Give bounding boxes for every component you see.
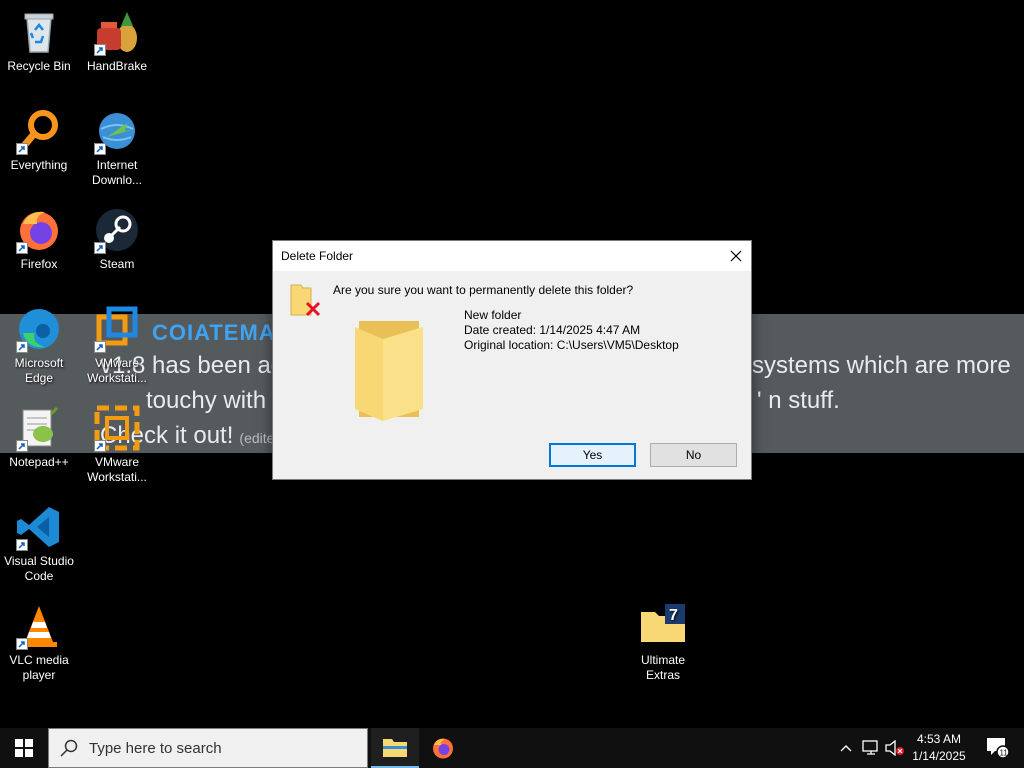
desktop-icon-notepad-plus-plus[interactable]: Notepad++: [0, 404, 78, 470]
desktop-icon-label: Internet Downlo...: [91, 158, 143, 187]
vmware-icon: [93, 305, 141, 353]
network-icon: [862, 740, 878, 755]
desktop-icon-label: VMware Workstati...: [87, 356, 147, 385]
taskbar-firefox[interactable]: [419, 728, 467, 768]
shortcut-arrow-icon: [94, 341, 106, 353]
svg-text:7: 7: [669, 607, 678, 624]
delete-folder-dialog: Delete Folder Are you sure you want to p…: [272, 240, 752, 480]
recycle-bin-icon: [15, 8, 63, 56]
taskbar-search-box[interactable]: Type here to search: [48, 728, 368, 768]
desktop-icon-ultimate-extras[interactable]: 7 Ultimate Extras: [624, 602, 702, 683]
desktop-icon-label: Visual Studio Code: [4, 554, 74, 583]
clock-date: 1/14/2025: [912, 749, 966, 763]
desktop-icon-label: Ultimate Extras: [640, 653, 685, 682]
desktop-icon-label: Recycle Bin: [7, 59, 71, 73]
search-placeholder: Type here to search: [89, 739, 222, 757]
desktop-icon-visual-studio-code[interactable]: Visual Studio Code: [0, 503, 78, 584]
desktop-icon-label: Steam: [99, 257, 135, 271]
wallpaper-text-5: ' n stuff.: [757, 387, 840, 414]
desktop-icon-internet-download-manager[interactable]: Internet Downlo...: [78, 107, 156, 188]
desktop-icon-label: Firefox: [20, 257, 58, 271]
vscode-icon: [15, 503, 63, 551]
edge-icon: [15, 305, 63, 353]
folder-name: New folder: [464, 308, 522, 322]
everything-search-icon: [15, 107, 63, 155]
desktop-icon-microsoft-edge[interactable]: Microsoft Edge: [0, 305, 78, 386]
firefox-icon: [433, 738, 453, 759]
shortcut-arrow-icon: [16, 341, 28, 353]
start-button[interactable]: [0, 728, 48, 768]
notification-count: 11: [1000, 749, 1009, 758]
folder-info: New folder Date created: 1/14/2025 4:47 …: [464, 308, 679, 353]
desktop-icon-label: Microsoft Edge: [14, 356, 64, 385]
delete-folder-warning-icon: [289, 281, 323, 321]
taskbar: Type here to search 4:53 AM 1/14/2025 11: [0, 728, 1024, 768]
globe-download-icon: [93, 107, 141, 155]
network-status-button[interactable]: [860, 728, 882, 768]
firefox-icon: [15, 206, 63, 254]
dialog-title: Delete Folder: [281, 249, 354, 263]
desktop-icon-handbrake[interactable]: HandBrake: [78, 8, 156, 74]
steam-icon: [93, 206, 141, 254]
wallpaper-text-4: systems which are more: [752, 352, 1011, 379]
chevron-up-icon: [840, 745, 852, 752]
desktop-icon-label: VMware Workstati...: [87, 455, 147, 484]
folder-original-location: Original location: C:\Users\VM5\Desktop: [464, 338, 679, 352]
taskbar-clock[interactable]: 4:53 AM 1/14/2025: [904, 731, 974, 765]
dialog-question-text: Are you sure you want to permanently del…: [333, 283, 634, 297]
windows-logo-icon: [15, 739, 33, 757]
folder-date-created: Date created: 1/14/2025 4:47 AM: [464, 323, 641, 337]
dialog-close-button[interactable]: [721, 241, 751, 271]
shortcut-arrow-icon: [94, 440, 106, 452]
search-icon: [49, 728, 89, 768]
show-hidden-icons-button[interactable]: [836, 728, 856, 768]
handbrake-icon: [93, 8, 141, 56]
yes-button[interactable]: Yes: [549, 443, 636, 467]
seven-zip-folder-icon: 7: [639, 602, 687, 650]
desktop-icon-vlc-media-player[interactable]: VLC media player: [0, 602, 78, 683]
desktop-icon-vmware-workstation-2[interactable]: VMware Workstati...: [78, 404, 156, 485]
shortcut-arrow-icon: [94, 44, 106, 56]
vlc-cone-icon: [15, 602, 63, 650]
dialog-titlebar[interactable]: Delete Folder: [273, 241, 751, 271]
desktop-icon-label: Notepad++: [9, 455, 69, 469]
vmware-player-icon: [93, 404, 141, 452]
desktop-icon-firefox[interactable]: Firefox: [0, 206, 78, 272]
volume-button[interactable]: [884, 728, 906, 768]
desktop-icon-everything[interactable]: Everything: [0, 107, 78, 173]
desktop-icon-label: Everything: [10, 158, 68, 172]
shortcut-arrow-icon: [94, 143, 106, 155]
folder-preview-icon: [353, 317, 427, 421]
volume-muted-icon: [885, 740, 904, 756]
taskbar-file-explorer[interactable]: [371, 728, 419, 768]
shortcut-arrow-icon: [16, 242, 28, 254]
shortcut-arrow-icon: [16, 143, 28, 155]
shortcut-arrow-icon: [16, 638, 28, 650]
close-icon: [730, 250, 742, 262]
clock-time: 4:53 AM: [916, 732, 962, 746]
wallpaper-edited: (edite: [239, 430, 275, 446]
file-explorer-icon: [383, 739, 407, 757]
action-center-button[interactable]: 11: [978, 728, 1018, 768]
no-button[interactable]: No: [650, 443, 737, 467]
notification-icon: 11: [987, 738, 1010, 759]
shortcut-arrow-icon: [16, 539, 28, 551]
desktop-icon-recycle-bin[interactable]: Recycle Bin: [0, 8, 78, 74]
desktop-icon-vmware-workstation-1[interactable]: VMware Workstati...: [78, 305, 156, 386]
desktop-icon-steam[interactable]: Steam: [78, 206, 156, 272]
desktop-icon-label: HandBrake: [86, 59, 148, 73]
shortcut-arrow-icon: [16, 440, 28, 452]
desktop-icon-label: VLC media player: [9, 653, 69, 682]
wallpaper-title: COIATEMA: [152, 320, 276, 345]
notepad-plus-plus-icon: [15, 404, 63, 452]
shortcut-arrow-icon: [94, 242, 106, 254]
